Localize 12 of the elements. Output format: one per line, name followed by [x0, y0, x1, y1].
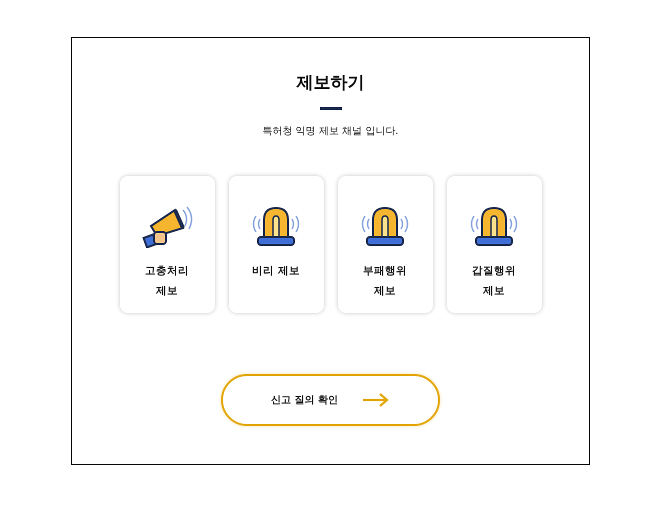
arrow-icon: [362, 392, 390, 408]
report-card[interactable]: 비리 제보: [228, 176, 324, 313]
report-card[interactable]: 고충처리 제보: [120, 176, 214, 313]
subtitle: 특허청 익명 제보 채널 입니다.: [262, 125, 398, 138]
card-label: 갑질행위 제보: [470, 264, 517, 299]
report-card[interactable]: 부패행위 제보: [338, 176, 432, 313]
page-title: 제보하기: [296, 72, 364, 94]
inquiry-button[interactable]: 신고 질의 확인: [221, 374, 440, 426]
card-label: 부패행위 제보: [362, 264, 408, 299]
card-label: 고충처리 제보: [144, 264, 190, 299]
card-label: 비리 제보: [251, 264, 301, 279]
report-card[interactable]: 갑질행위 제보: [446, 176, 542, 313]
